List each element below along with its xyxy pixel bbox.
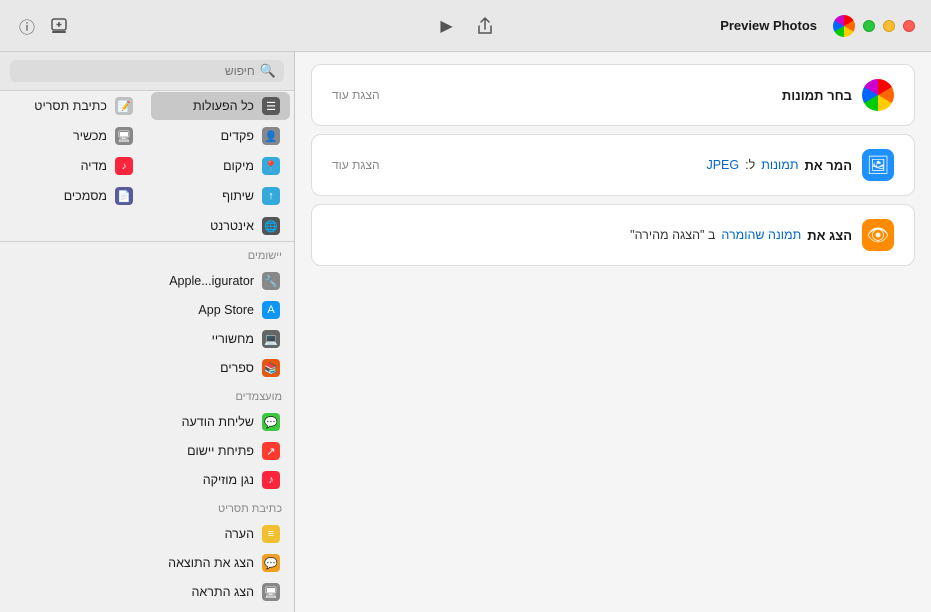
location-icon: 📍 bbox=[262, 157, 280, 175]
sidebar-item-show-alert[interactable]: 🖥 הצג התראה bbox=[4, 578, 290, 606]
convert-title: המר את bbox=[804, 158, 852, 173]
convert-link[interactable]: תמונות bbox=[761, 158, 798, 172]
sharing-icon: ↑ bbox=[262, 187, 280, 205]
sidebar-item-play-music[interactable]: ♪ נגן מוזיקה bbox=[4, 466, 290, 494]
select-photos-title: בחר תמונות bbox=[782, 88, 852, 103]
search-bar: 🔍 bbox=[0, 52, 294, 91]
documents-icon: 📄 bbox=[115, 187, 133, 205]
preview-link[interactable]: תמונה שהומרה bbox=[721, 228, 801, 242]
sidebar-item-script[interactable]: 📝 כתיבת תסריט bbox=[4, 92, 143, 120]
sidebar-col-right: ☰ כל הפעולות 👤 פקדים 📍 מיקום ↑ שיתוף 🌐 bbox=[147, 91, 294, 241]
script-icon: 📝 bbox=[115, 97, 133, 115]
convert-to-label: ל: bbox=[745, 158, 755, 172]
format-link[interactable]: JPEG bbox=[706, 158, 739, 172]
sidebar-item-computer-2[interactable]: 💻 מחשוריי bbox=[4, 325, 290, 353]
title-bar-center: ▶ bbox=[436, 15, 496, 37]
sidebar-item-open-app[interactable]: ↗ פתיחת יישום bbox=[4, 437, 290, 465]
note-icon: ≡ bbox=[262, 525, 280, 543]
sidebar-item-sharing[interactable]: ↑ שיתוף bbox=[151, 182, 290, 210]
sidebar-item-apple-configurator[interactable]: 🔧 Apple...igurator bbox=[4, 267, 290, 295]
computer2-icon: 💻 bbox=[262, 330, 280, 348]
computer-icon: 🖥 bbox=[115, 127, 133, 145]
sidebar-item-ask-input[interactable]: 🖥 בקש קלט bbox=[4, 607, 290, 612]
preview-suffix: ב "הצגה מהירה" bbox=[630, 228, 715, 242]
card-right-select-photos[interactable]: הצגת עוד bbox=[332, 88, 380, 102]
photos-app-icon bbox=[833, 15, 855, 37]
share-icon[interactable] bbox=[474, 15, 496, 37]
sidebar-item-books[interactable]: 📚 ספרים bbox=[4, 354, 290, 382]
play-icon[interactable]: ▶ bbox=[436, 15, 458, 37]
sidebar: 🔍 ☰ כל הפעולות 👤 פקדים 📍 מיקום bbox=[0, 52, 295, 612]
sidebar-item-documents[interactable]: 📄 מסמכים bbox=[4, 182, 143, 210]
apps-section: יישומים 🔧 Apple...igurator A App Store 💻… bbox=[0, 242, 294, 383]
contacts-icon: 👤 bbox=[262, 127, 280, 145]
minimize-button[interactable] bbox=[883, 20, 895, 32]
title-bar: ⓘ ▶ Preview Photos bbox=[0, 0, 931, 52]
sidebar-item-computer[interactable]: 🖥 מכשיר bbox=[4, 122, 143, 150]
sidebar-item-note[interactable]: ≡ הערה bbox=[4, 520, 290, 548]
preview-icon: 👁 bbox=[862, 219, 894, 251]
sidebar-top-section: ☰ כל הפעולות 👤 פקדים 📍 מיקום ↑ שיתוף 🌐 bbox=[0, 91, 294, 242]
add-more-convert[interactable]: הצגת עוד bbox=[332, 158, 380, 172]
shortcut-card-preview: 👁 הצג את תמונה שהומרה ב "הצגה מהירה" bbox=[311, 204, 915, 266]
card-left-preview: 👁 הצג את תמונה שהומרה ב "הצגה מהירה" bbox=[630, 219, 894, 251]
sidebar-item-internet[interactable]: 🌐 אינטרנט bbox=[151, 212, 290, 240]
show-alert-icon: 🖥 bbox=[262, 583, 280, 601]
media-icon: ♪ bbox=[115, 157, 133, 175]
sidebar-item-app-store[interactable]: A App Store bbox=[4, 296, 290, 324]
shortcut-card-select-photos: בחר תמונות הצגת עוד bbox=[311, 64, 915, 126]
window-title: Preview Photos bbox=[720, 18, 817, 33]
script-section-label: כתיבת תסריט bbox=[0, 495, 294, 519]
send-message-icon: 💬 bbox=[262, 413, 280, 431]
apple-configurator-icon: 🔧 bbox=[262, 272, 280, 290]
shortcut-card-convert: 🖼 המר את תמונות ל: JPEG הצגת עוד bbox=[311, 134, 915, 196]
card-right-convert[interactable]: הצגת עוד bbox=[332, 158, 380, 172]
convert-subtitle: המר את תמונות ל: JPEG bbox=[706, 158, 852, 173]
open-app-icon: ↗ bbox=[262, 442, 280, 460]
sidebar-item-send-message[interactable]: 💬 שליחת הודעה bbox=[4, 408, 290, 436]
show-result-icon: 💬 bbox=[262, 554, 280, 572]
sidebar-item-location[interactable]: 📍 מיקום bbox=[151, 152, 290, 180]
books-icon: 📚 bbox=[262, 359, 280, 377]
content-area: בחר תמונות הצגת עוד 🖼 המר את תמונות ל: J… bbox=[295, 52, 931, 612]
sidebar-item-all-actions[interactable]: ☰ כל הפעולות bbox=[151, 92, 290, 120]
main-content: 🔍 ☰ כל הפעולות 👤 פקדים 📍 מיקום bbox=[0, 52, 931, 612]
internet-icon: 🌐 bbox=[262, 217, 280, 235]
recommended-section-label: מועצמדים bbox=[0, 383, 294, 407]
close-button[interactable] bbox=[903, 20, 915, 32]
card-left-select-photos: בחר תמונות bbox=[782, 79, 894, 111]
title-bar-left: ⓘ bbox=[16, 15, 70, 37]
maximize-button[interactable] bbox=[863, 20, 875, 32]
photos-app-icon-card bbox=[862, 79, 894, 111]
script-section: כתיבת תסריט ≡ הערה 💬 הצג את התוצאה 🖥 הצג… bbox=[0, 495, 294, 612]
apps-section-label: יישומים bbox=[0, 242, 294, 266]
sidebar-item-media[interactable]: ♪ מדיה bbox=[4, 152, 143, 180]
all-actions-icon: ☰ bbox=[262, 97, 280, 115]
app-store-icon: A bbox=[262, 301, 280, 319]
search-input[interactable] bbox=[18, 64, 255, 78]
sidebar-item-show-result[interactable]: 💬 הצג את התוצאה bbox=[4, 549, 290, 577]
sidebar-item-contacts[interactable]: 👤 פקדים bbox=[151, 122, 290, 150]
sidebar-col-left: 📝 כתיבת תסריט 🖥 מכשיר ♪ מדיה 📄 מסמכים bbox=[0, 91, 147, 241]
title-bar-right: Preview Photos bbox=[720, 15, 915, 37]
info-icon[interactable]: ⓘ bbox=[16, 15, 38, 37]
add-more-select[interactable]: הצגת עוד bbox=[332, 88, 380, 102]
card-left-convert: 🖼 המר את תמונות ל: JPEG bbox=[706, 149, 894, 181]
convert-icon: 🖼 bbox=[862, 149, 894, 181]
recommended-section: מועצמדים 💬 שליחת הודעה ↗ פתיחת יישום ♪ נ… bbox=[0, 383, 294, 495]
preview-subtitle: הצג את תמונה שהומרה ב "הצגה מהירה" bbox=[630, 228, 852, 243]
play-music-icon: ♪ bbox=[262, 471, 280, 489]
search-icon: 🔍 bbox=[260, 63, 276, 79]
search-input-wrap[interactable]: 🔍 bbox=[10, 60, 284, 82]
add-to-dock-icon[interactable] bbox=[48, 15, 70, 37]
preview-title: הצג את bbox=[807, 228, 852, 243]
